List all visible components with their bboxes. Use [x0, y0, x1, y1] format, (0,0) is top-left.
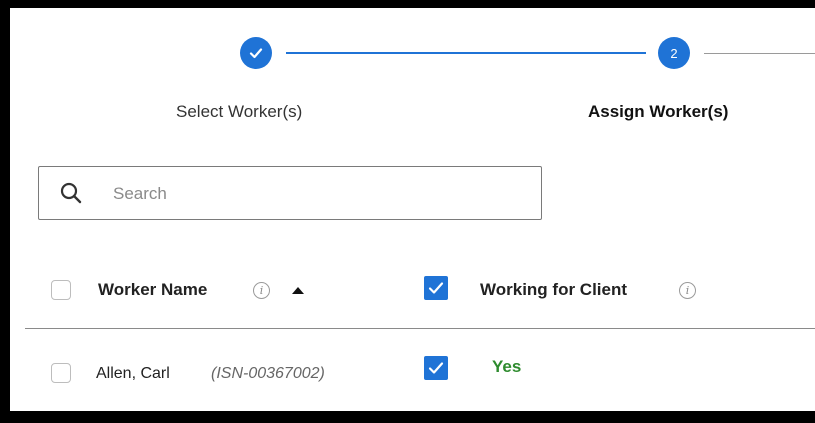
check-icon [249, 48, 263, 59]
table-header-divider [25, 328, 815, 329]
stepper-progress-line [286, 52, 646, 54]
check-icon [428, 362, 444, 374]
column-header-worker-name[interactable]: Worker Name [98, 280, 207, 300]
select-all-working-for-client-checkbox[interactable] [424, 276, 448, 300]
worker-name: Allen, Carl [96, 365, 170, 382]
column-header-working-for-client[interactable]: Working for Client [480, 280, 627, 300]
check-icon [428, 282, 444, 294]
stepper-remaining-line [704, 53, 815, 54]
step-2-label: Assign Worker(s) [588, 102, 729, 121]
assign-workers-panel: 2 Select Worker(s) Assign Worker(s) Work… [10, 8, 815, 411]
working-for-client-status: Yes [492, 357, 522, 376]
search-input[interactable] [111, 179, 515, 209]
row-select-checkbox[interactable] [51, 363, 71, 383]
row-working-for-client-checkbox[interactable] [424, 356, 448, 380]
sort-ascending-icon[interactable] [291, 285, 305, 295]
step-2-number: 2 [670, 45, 678, 61]
step-1-complete-indicator [240, 37, 272, 69]
working-for-client-info-icon[interactable]: i [679, 282, 696, 299]
step-1-label: Select Worker(s) [176, 102, 303, 121]
select-all-workers-checkbox[interactable] [51, 280, 71, 300]
search-box[interactable] [38, 166, 542, 220]
step-2-indicator: 2 [658, 37, 690, 69]
worker-id: (ISN-00367002) [211, 365, 325, 382]
search-icon [60, 182, 82, 204]
worker-name-info-icon[interactable]: i [253, 282, 270, 299]
